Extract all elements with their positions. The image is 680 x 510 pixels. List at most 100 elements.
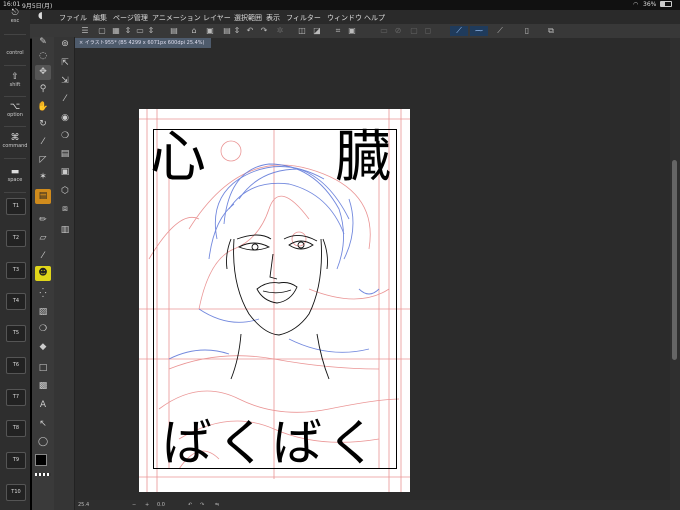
eraser-tool-icon[interactable]: ▱ — [35, 231, 51, 246]
stepper-icon[interactable]: ⇕ — [147, 26, 155, 36]
flip-icon[interactable]: ◪ — [313, 26, 321, 36]
stabilizer-curve-icon[interactable]: ⟋ — [450, 26, 468, 36]
stabilizer-smooth-icon[interactable]: ⁓ — [470, 26, 488, 36]
correction-tool-icon[interactable]: ▤ — [35, 189, 51, 204]
menu-view[interactable]: 表示 — [266, 13, 280, 23]
menu-filter[interactable]: フィルター — [286, 13, 321, 23]
transform-icon[interactable]: ▭ — [380, 26, 388, 36]
menu-layer[interactable]: レイヤー — [203, 13, 231, 23]
ruler-icon[interactable]: ⟋ — [495, 26, 505, 36]
lasso-tool-icon[interactable]: ◌ — [35, 49, 51, 64]
new-file-icon[interactable]: ▢ — [98, 26, 106, 36]
zoom-tool-icon[interactable]: ⚲ — [35, 82, 51, 97]
touch-key-t2[interactable]: T2 — [6, 230, 26, 247]
sub-tool-brush-icon[interactable]: ⁄ — [57, 92, 73, 107]
grid-icon[interactable]: ▦ — [112, 26, 120, 36]
sync-icon[interactable]: ⧉ — [546, 26, 556, 36]
flip-horizontal-icon[interactable]: ⇋ — [215, 502, 219, 508]
menu-selection[interactable]: 選択範囲 — [234, 13, 262, 23]
document-tab[interactable]: × イラスト955* (B5 4299 x 6071px 600dpi 25.4… — [75, 38, 211, 48]
balloon-tool-icon[interactable]: ◯ — [35, 435, 51, 450]
zoom-value[interactable]: 25.4 — [78, 502, 89, 508]
space-key[interactable]: ▬ space — [0, 167, 30, 183]
decoration-tool-icon[interactable]: ☻ — [35, 266, 51, 281]
move-tool-icon[interactable]: ✥ — [35, 65, 51, 80]
sub-tool-image-icon[interactable]: ▣ — [57, 165, 73, 180]
brush-tool-icon[interactable]: ⁄ — [35, 249, 51, 264]
eyedropper-tool-icon[interactable]: ⁄ — [35, 135, 51, 150]
touch-key-t1[interactable]: T1 — [6, 198, 26, 215]
sub-tool-material-icon[interactable]: ▥ — [57, 223, 73, 238]
zoom-in-icon[interactable]: + — [145, 502, 149, 508]
pencil-tool-icon[interactable]: ✏ — [35, 213, 51, 228]
touch-key-t10[interactable]: T10 — [6, 484, 26, 501]
touch-key-t7[interactable]: T7 — [6, 389, 26, 406]
deselect-icon[interactable]: ⊘ — [394, 26, 402, 36]
dot-pattern-icon[interactable]: ⁛ — [35, 287, 51, 302]
stepper-icon[interactable]: ⇕ — [233, 26, 241, 36]
stepper-icon[interactable]: ⇕ — [124, 26, 132, 36]
clear-icon[interactable]: ◫ — [298, 26, 306, 36]
zoom-out-icon[interactable]: − — [132, 502, 136, 508]
open-folder-icon[interactable]: ⌂ — [190, 26, 198, 36]
transparent-color-swatch[interactable] — [35, 473, 51, 476]
layout-icon[interactable]: ▭ — [136, 26, 144, 36]
command-bar: ☰ ▢ ▦ ⇕ ▭ ⇕ ▤ ⌂ ▣ ▤ ⇕ ↶ ↷ ✲ ◫ ◪ ⌗ ▣ ▭ ⊘ … — [30, 24, 680, 39]
sub-tool-stack-icon[interactable]: ⧈ — [57, 202, 73, 217]
angle-value[interactable]: 0.0 — [157, 502, 165, 508]
sub-tool-transform-icon[interactable]: ⇲ — [57, 74, 73, 89]
menu-file[interactable]: ファイル — [59, 13, 87, 23]
vertical-scroll-thumb[interactable] — [672, 160, 677, 360]
control-key[interactable]: control — [0, 50, 30, 56]
touch-key-t9[interactable]: T9 — [6, 452, 26, 469]
option-key[interactable]: ⌥ option — [0, 102, 30, 118]
crop-icon[interactable]: ⌗ — [334, 26, 342, 36]
save-icon[interactable]: ▤ — [223, 26, 231, 36]
touch-key-t6[interactable]: T6 — [6, 357, 26, 374]
sub-tool-layer-icon[interactable]: ▤ — [57, 147, 73, 162]
esc-key[interactable]: ⎋ esc — [0, 8, 30, 24]
select-icon[interactable]: ◻ — [424, 26, 432, 36]
undo-icon[interactable]: ↶ — [246, 26, 254, 36]
pen-tool-icon[interactable]: ✎ — [35, 35, 51, 50]
rotate-right-icon[interactable]: ↷ — [200, 502, 204, 508]
shift-key[interactable]: ⇧ shift — [0, 72, 30, 88]
gradient-tool-icon[interactable]: ▩ — [35, 379, 51, 394]
touch-key-t5[interactable]: T5 — [6, 325, 26, 342]
menu-help[interactable]: ヘルプ — [364, 13, 385, 23]
touch-key-t3[interactable]: T3 — [6, 262, 26, 279]
magic-wand-icon[interactable]: ✶ — [35, 170, 51, 185]
document-icon[interactable]: ▤ — [170, 26, 178, 36]
command-key[interactable]: ⌘ command — [0, 133, 30, 149]
menu-page-management[interactable]: ページ管理 — [113, 13, 148, 23]
smartphone-icon[interactable]: ▯ — [522, 26, 532, 36]
rotate-left-icon[interactable]: ↶ — [188, 502, 192, 508]
vector-tool-icon[interactable]: ◸ — [35, 153, 51, 168]
text-tool-icon[interactable]: A — [35, 398, 51, 413]
sub-tool-drop-icon[interactable]: ❍ — [57, 129, 73, 144]
app-logo-icon[interactable]: ◖ — [38, 11, 43, 21]
touch-key-t8[interactable]: T8 — [6, 420, 26, 437]
menu-window[interactable]: ウィンドウ — [327, 13, 362, 23]
export-icon[interactable]: ▣ — [206, 26, 214, 36]
shape-tool-icon[interactable]: □ — [35, 361, 51, 376]
main-color-swatch[interactable] — [35, 454, 47, 466]
sub-tool-move-icon[interactable]: ⇱ — [57, 56, 73, 71]
blend-tool-icon[interactable]: ▨ — [35, 305, 51, 320]
invert-icon[interactable]: ▢ — [410, 26, 418, 36]
hamburger-menu-icon[interactable]: ☰ — [80, 26, 90, 36]
fill-bucket-icon[interactable]: ◆ — [35, 340, 51, 355]
drop-tool-icon[interactable]: ❍ — [35, 322, 51, 337]
fill-icon[interactable]: ▣ — [348, 26, 356, 36]
hand-tool-icon[interactable]: ✋ — [35, 100, 51, 115]
settings-icon[interactable]: ✲ — [276, 26, 284, 36]
menu-animation[interactable]: アニメーション — [152, 13, 201, 23]
sub-tool-target-icon[interactable]: ⊚ — [57, 37, 73, 52]
sub-tool-color-icon[interactable]: ◉ — [57, 111, 73, 126]
sub-tool-3d-icon[interactable]: ⬡ — [57, 184, 73, 199]
redo-icon[interactable]: ↷ — [260, 26, 268, 36]
operation-tool-icon[interactable]: ↖ — [35, 417, 51, 432]
menu-edit[interactable]: 編集 — [93, 13, 107, 23]
touch-key-t4[interactable]: T4 — [6, 293, 26, 310]
rotate-tool-icon[interactable]: ↻ — [35, 117, 51, 132]
